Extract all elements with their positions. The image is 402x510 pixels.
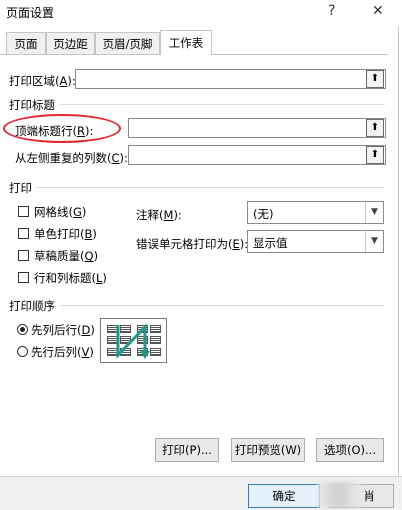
comments-value: (无) — [253, 207, 274, 221]
highlight-annotation — [3, 114, 121, 143]
cols-to-repeat-input[interactable] — [128, 145, 386, 165]
rows-to-repeat-input[interactable] — [128, 118, 386, 138]
over-then-down-radio[interactable] — [17, 346, 28, 357]
cell-errors-value: 显示值 — [253, 236, 288, 250]
dialog-frame — [0, 26, 399, 509]
options-button[interactable]: 选项(O)... — [316, 438, 384, 462]
row-col-headings-label[interactable]: 行和列标题(L) — [34, 270, 107, 286]
gridlines-checkbox[interactable] — [18, 206, 29, 217]
cell-errors-label: 错误单元格打印为(E): — [136, 237, 249, 251]
print-titles-section-label: 打印标题 — [9, 98, 55, 112]
section-divider — [60, 305, 385, 306]
section-divider — [60, 104, 385, 105]
ok-button[interactable]: 确定 — [248, 484, 320, 508]
chevron-down-icon: ▼ — [365, 231, 383, 252]
comments-dropdown[interactable]: (无) ▼ — [247, 201, 384, 224]
print-area-collapse-icon[interactable]: ⬆ — [366, 70, 384, 88]
cell-errors-dropdown[interactable]: 显示值 ▼ — [247, 230, 384, 253]
down-then-over-radio[interactable] — [17, 324, 28, 335]
cancel-label: 肖 — [363, 489, 376, 503]
gridlines-label[interactable]: 网格线(G) — [34, 204, 86, 220]
tab-sheet[interactable]: 工作表 — [160, 30, 212, 55]
chevron-down-icon: ▼ — [365, 202, 383, 223]
row-col-headings-checkbox[interactable] — [18, 272, 29, 283]
draft-quality-label[interactable]: 草稿质量(Q) — [34, 248, 98, 264]
over-then-down-label[interactable]: 先行后列(V) — [31, 344, 94, 360]
title-bar: 页面设置 ? ✕ — [0, 0, 402, 26]
tab-header-footer[interactable]: 页眉/页脚 — [95, 32, 160, 54]
section-divider — [36, 187, 385, 188]
print-button[interactable]: 打印(P)... — [155, 438, 219, 462]
black-white-checkbox[interactable] — [18, 228, 29, 239]
comments-label: 注释(M): — [136, 208, 182, 222]
print-section-label: 打印 — [9, 181, 32, 195]
watermark-blur — [318, 482, 360, 508]
cols-to-repeat-label: 从左侧重复的列数(C): — [15, 151, 128, 165]
draft-quality-checkbox[interactable] — [18, 250, 29, 261]
rows-collapse-icon[interactable]: ⬆ — [366, 119, 384, 137]
print-preview-button[interactable]: 打印预览(W) — [231, 438, 305, 462]
print-area-label: 打印区域(A): — [9, 74, 76, 88]
black-white-label[interactable]: 单色打印(B) — [34, 226, 97, 242]
tab-margins[interactable]: 页边距 — [46, 32, 95, 54]
print-area-input[interactable] — [75, 69, 386, 89]
help-icon[interactable]: ? — [328, 3, 335, 19]
tab-page[interactable]: 页面 — [6, 32, 46, 54]
close-icon[interactable]: ✕ — [372, 3, 384, 19]
page-order-preview — [100, 318, 167, 363]
down-then-over-label[interactable]: 先列后行(D) — [31, 322, 95, 338]
cols-collapse-icon[interactable]: ⬆ — [366, 146, 384, 164]
page-order-arrow-icon — [116, 323, 150, 359]
window-title: 页面设置 — [6, 6, 55, 20]
page-order-section-label: 打印顺序 — [9, 299, 55, 313]
